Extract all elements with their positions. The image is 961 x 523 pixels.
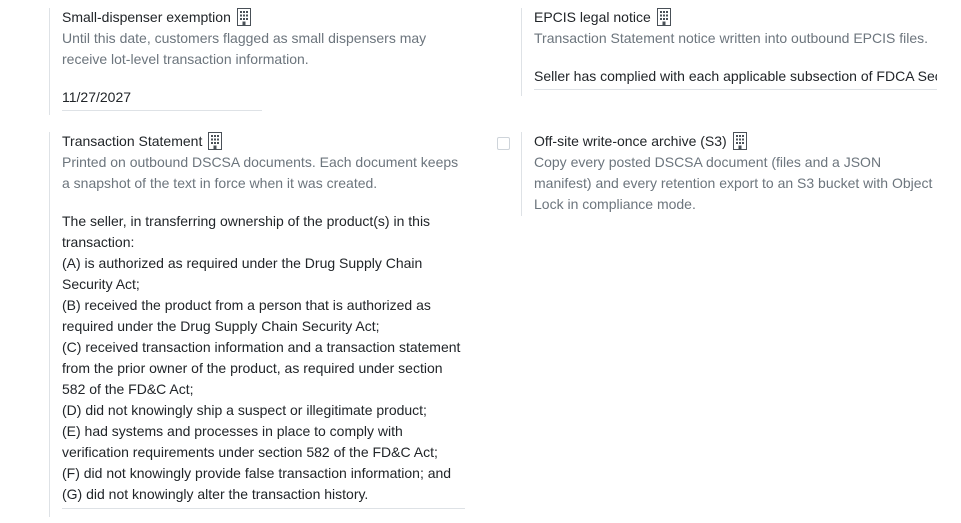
statement-line: required under the Drug Supply Chain Sec…: [62, 318, 380, 334]
small-dispenser-help: Until this date, customers flagged as sm…: [62, 28, 482, 70]
left-column-rule-top: [49, 8, 50, 115]
help-line: Lock in compliance mode.: [534, 196, 696, 212]
statement-line: from the prior owner of the product, as …: [62, 360, 443, 376]
statement-line: The seller, in transferring ownership of…: [62, 213, 431, 229]
transaction-statement-title-row: Transaction Statement: [62, 131, 472, 152]
transaction-statement-help: Printed on outbound DSCSA documents. Eac…: [62, 152, 472, 194]
statement-line: (B) received the product from a person t…: [62, 297, 431, 313]
small-dispenser-date-field[interactable]: 11/27/2027: [62, 87, 262, 111]
s3-archive-help: Copy every posted DSCSA document (files …: [534, 152, 944, 215]
statement-line: Security Act;: [62, 276, 140, 292]
small-dispenser-title: Small-dispenser exemption: [62, 9, 231, 25]
transaction-statement-title: Transaction Statement: [62, 133, 203, 149]
help-line: Until this date, customers flagged as sm…: [62, 30, 427, 46]
building-icon: [732, 131, 747, 150]
statement-line: (D) did not knowingly ship a suspect or …: [62, 402, 427, 418]
epcis-notice-title-row: EPCIS legal notice: [534, 7, 937, 28]
help-line: Printed on outbound DSCSA documents. Eac…: [62, 154, 459, 170]
epcis-notice-setting: EPCIS legal notice Transaction Statement…: [534, 7, 937, 90]
statement-line: verification requirements under section …: [62, 444, 438, 460]
epcis-notice-field[interactable]: Seller has complied with each applicable…: [534, 66, 937, 90]
right-column-rule-bottom: [521, 132, 522, 216]
statement-line: (F) did not knowingly provide false tran…: [62, 465, 452, 481]
epcis-notice-help: Transaction Statement notice written int…: [534, 30, 929, 46]
building-icon: [208, 131, 223, 150]
statement-line: (A) is authorized as required under the …: [62, 255, 423, 271]
statement-line: 582 of the FD&C Act;: [62, 381, 194, 397]
statement-line: (G) did not knowingly alter the transact…: [62, 486, 369, 502]
s3-archive-setting: Off-site write-once archive (S3) Copy ev…: [534, 131, 944, 215]
left-column-rule-bottom: [49, 132, 50, 517]
building-icon: [236, 7, 251, 26]
epcis-notice-title: EPCIS legal notice: [534, 9, 651, 25]
help-line: receive lot-level transaction informatio…: [62, 51, 309, 67]
building-icon: [656, 7, 671, 26]
help-line: manifest) and every retention export to …: [534, 175, 933, 191]
small-dispenser-title-row: Small-dispenser exemption: [62, 7, 482, 28]
s3-archive-title-row: Off-site write-once archive (S3): [534, 131, 944, 152]
statement-line: (C) received transaction information and…: [62, 339, 461, 355]
transaction-statement-textarea[interactable]: The seller, in transferring ownership of…: [62, 211, 465, 509]
statement-line: transaction:: [62, 234, 135, 250]
right-column-rule-top: [521, 8, 522, 96]
help-line: a snapshot of the text in force when it …: [62, 175, 378, 191]
s3-archive-title[interactable]: Off-site write-once archive (S3): [534, 131, 727, 152]
help-line: Copy every posted DSCSA document (files …: [534, 154, 882, 170]
transaction-statement-setting: Transaction Statement Printed on outboun…: [62, 131, 472, 509]
small-dispenser-setting: Small-dispenser exemption Until this dat…: [62, 7, 482, 111]
s3-archive-checkbox[interactable]: [497, 137, 510, 150]
statement-line: (E) had systems and processes in place t…: [62, 423, 403, 439]
